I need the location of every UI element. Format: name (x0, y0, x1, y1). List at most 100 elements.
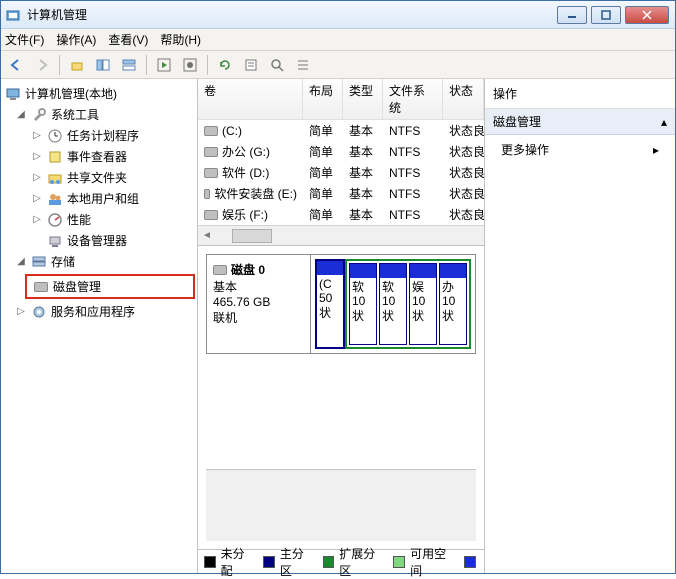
tree-task-scheduler[interactable]: ▷ 任务计划程序 (3, 125, 195, 146)
legend-primary: 主分区 (263, 545, 314, 579)
tree-root[interactable]: 计算机管理(本地) (3, 83, 195, 104)
disk-mgmt-highlight: 磁盘管理 (25, 274, 195, 299)
disk-icon (33, 279, 49, 295)
center-pane: 卷 布局 类型 文件系统 状态 (C:)简单基本NTFS状态良办公 (G:)简单… (198, 79, 485, 573)
storage-icon (31, 254, 47, 270)
disk-info[interactable]: 磁盘 0 基本 465.76 GB 联机 (207, 255, 311, 353)
view-button-2[interactable] (118, 54, 140, 76)
clock-icon (47, 128, 63, 144)
tree-local-users[interactable]: ▷ 本地用户和组 (3, 188, 195, 209)
tree-performance[interactable]: ▷ 性能 (3, 209, 195, 230)
tree-disk-management[interactable]: 磁盘管理 (27, 276, 175, 297)
disk-type: 基本 (213, 278, 304, 295)
tree-system-tools[interactable]: ◢ 系统工具 (3, 104, 195, 125)
tree-shared-folders[interactable]: ▷ 共享文件夹 (3, 167, 195, 188)
disk-label: 磁盘 0 (231, 261, 265, 278)
disk-row[interactable]: 磁盘 0 基本 465.76 GB 联机 (C 50 状 (206, 254, 476, 354)
collapse-icon[interactable]: ◢ (15, 109, 27, 121)
drive-icon (204, 147, 218, 157)
tools-icon (31, 107, 47, 123)
volume-row[interactable]: 软件 (D:)简单基本NTFS状态良 (198, 162, 484, 183)
toolbar (1, 51, 675, 79)
partition-primary[interactable]: (C 50 状 (315, 259, 345, 349)
tree-event-viewer[interactable]: ▷ 事件查看器 (3, 146, 195, 167)
partition-logical[interactable]: 软10状 (349, 263, 377, 345)
col-volume[interactable]: 卷 (198, 79, 303, 119)
expand-icon[interactable]: ▷ (31, 151, 43, 163)
menu-file[interactable]: 文件(F) (5, 31, 44, 48)
expand-icon[interactable]: ▷ (15, 306, 27, 318)
disk-partitions: (C 50 状 软10状软10状娱10状办10状 (311, 255, 475, 353)
tree-device-manager[interactable]: ▷ 设备管理器 (3, 230, 195, 251)
folder-share-icon (47, 170, 63, 186)
maximize-button[interactable] (591, 6, 621, 24)
legend-extended: 扩展分区 (323, 545, 386, 579)
actions-more[interactable]: 更多操作 ▸ (485, 135, 675, 164)
volume-header[interactable]: 卷 布局 类型 文件系统 状态 (198, 79, 484, 120)
col-type[interactable]: 类型 (343, 79, 383, 119)
view-button-1[interactable] (92, 54, 114, 76)
col-status[interactable]: 状态 (443, 79, 484, 119)
volume-row[interactable]: (C:)简单基本NTFS状态良 (198, 120, 484, 141)
expand-icon[interactable]: ▷ (31, 130, 43, 142)
expand-icon[interactable]: ▷ (31, 172, 43, 184)
disk-size: 465.76 GB (213, 295, 304, 309)
menu-help[interactable]: 帮助(H) (160, 31, 201, 48)
app-icon (5, 7, 21, 23)
perf-icon (47, 212, 63, 228)
disk-status: 联机 (213, 309, 304, 326)
partition-logical[interactable]: 办10状 (439, 263, 467, 345)
event-icon (47, 149, 63, 165)
partition-logical[interactable]: 软10状 (379, 263, 407, 345)
partition-extended-group: 软10状软10状娱10状办10状 (345, 259, 471, 349)
expand-icon[interactable]: ▷ (31, 193, 43, 205)
volume-list[interactable]: 卷 布局 类型 文件系统 状态 (C:)简单基本NTFS状态良办公 (G:)简单… (198, 79, 484, 246)
menubar: 文件(F) 操作(A) 查看(V) 帮助(H) (1, 29, 675, 51)
tree-storage[interactable]: ◢ 存储 (3, 251, 195, 272)
menu-action[interactable]: 操作(A) (56, 31, 96, 48)
close-button[interactable] (625, 6, 669, 24)
legend-extra-swatch (464, 556, 476, 568)
disk-map: 磁盘 0 基本 465.76 GB 联机 (C 50 状 (198, 246, 484, 549)
actions-pane: 操作 磁盘管理 ▴ 更多操作 ▸ (485, 79, 675, 573)
scrollbar-thumb[interactable] (232, 229, 272, 243)
partition-logical[interactable]: 娱10状 (409, 263, 437, 345)
window-title: 计算机管理 (27, 6, 557, 23)
col-fs[interactable]: 文件系统 (383, 79, 443, 119)
list-button[interactable] (292, 54, 314, 76)
legend-free: 可用空间 (393, 545, 456, 579)
config-button[interactable] (179, 54, 201, 76)
disk-map-scroll-area[interactable] (206, 469, 476, 541)
drive-icon (204, 168, 218, 178)
back-button[interactable] (5, 54, 27, 76)
horizontal-scrollbar[interactable]: ◄ (198, 225, 484, 245)
legend-unallocated: 未分配 (204, 545, 255, 579)
play-button[interactable] (153, 54, 175, 76)
disk-icon (213, 265, 227, 275)
device-icon (47, 233, 63, 249)
tree-services-apps[interactable]: ▷ 服务和应用程序 (3, 301, 195, 322)
find-button[interactable] (266, 54, 288, 76)
expand-icon[interactable]: ▷ (31, 214, 43, 226)
menu-view[interactable]: 查看(V) (108, 31, 148, 48)
tree-pane[interactable]: 计算机管理(本地) ◢ 系统工具 ▷ 任务计划程序 ▷ 事件查看器 ▷ 共享文件… (1, 79, 198, 573)
refresh-button[interactable] (214, 54, 236, 76)
volume-row[interactable]: 娱乐 (F:)简单基本NTFS状态良 (198, 204, 484, 225)
minimize-button[interactable] (557, 6, 587, 24)
up-button[interactable] (66, 54, 88, 76)
volume-row[interactable]: 办公 (G:)简单基本NTFS状态良 (198, 141, 484, 162)
actions-header: 操作 (485, 79, 675, 109)
forward-button[interactable] (31, 54, 53, 76)
app-window: 计算机管理 文件(F) 操作(A) 查看(V) 帮助(H) 计算机 (0, 0, 676, 574)
actions-selected[interactable]: 磁盘管理 ▴ (485, 109, 675, 135)
users-icon (47, 191, 63, 207)
drive-icon (204, 210, 218, 220)
drive-icon (204, 189, 210, 199)
legend: 未分配 主分区 扩展分区 可用空间 (198, 549, 484, 573)
volume-row[interactable]: 软件安装盘 (E:)简单基本NTFS状态良 (198, 183, 484, 204)
submenu-arrow-icon: ▸ (653, 143, 659, 157)
properties-button[interactable] (240, 54, 262, 76)
collapse-icon[interactable]: ◢ (15, 256, 27, 268)
col-layout[interactable]: 布局 (303, 79, 343, 119)
titlebar[interactable]: 计算机管理 (1, 1, 675, 29)
